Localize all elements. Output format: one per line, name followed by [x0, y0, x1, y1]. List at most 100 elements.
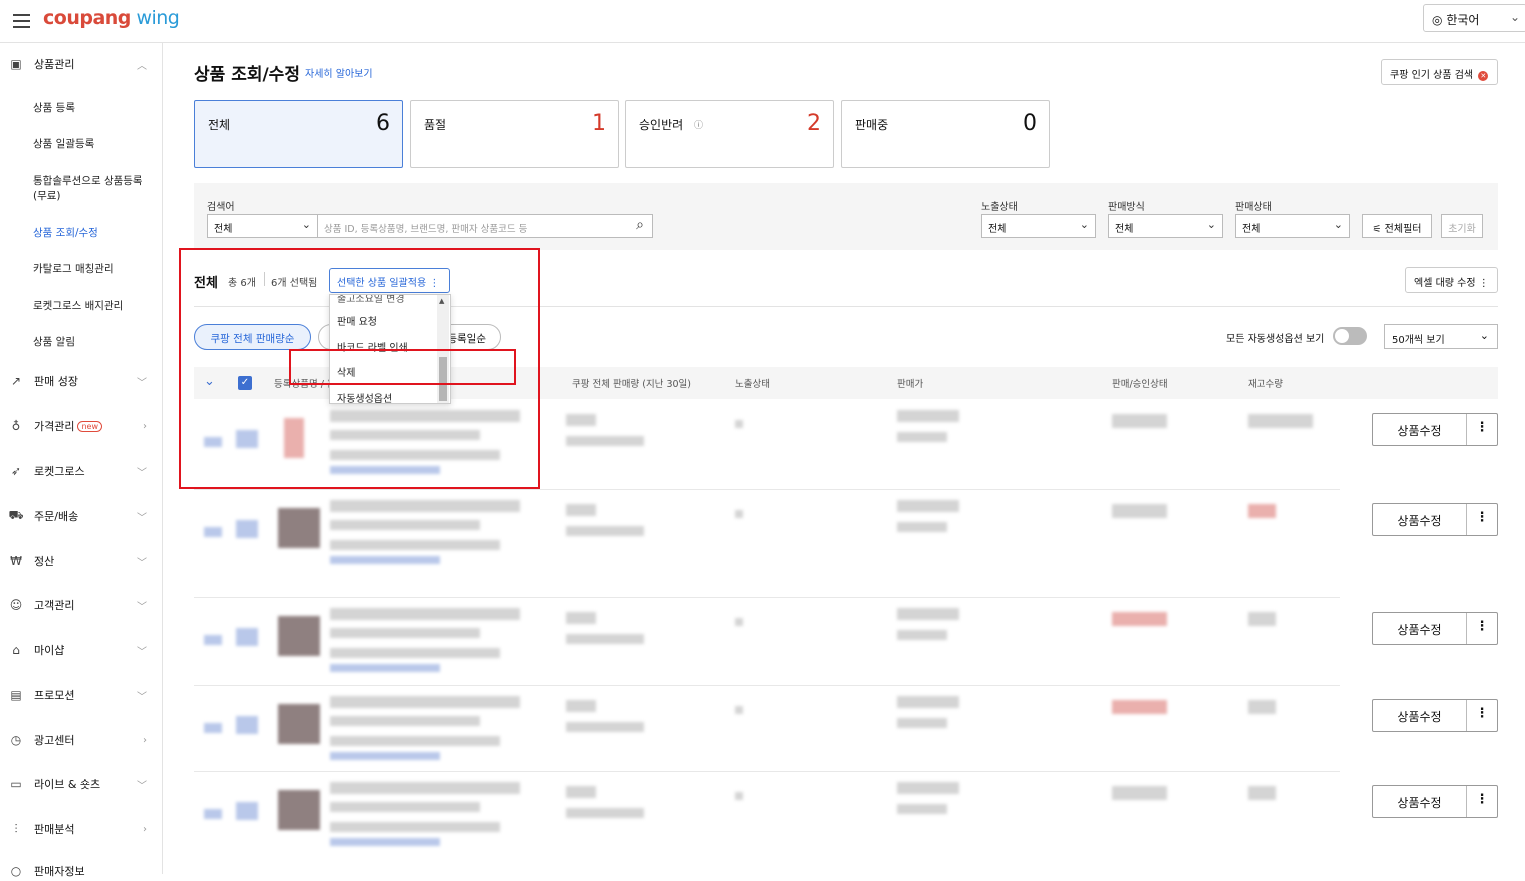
bulk-apply-button[interactable]: 선택한 상품 일괄적용 ⋮: [329, 268, 450, 293]
stat-card-rejected[interactable]: 승인반려 ⓘ 2: [625, 100, 834, 168]
auto-option-toggle[interactable]: [1333, 327, 1367, 345]
method-select[interactable]: 전체 ⌄: [1108, 214, 1223, 238]
menu-item-sale-request[interactable]: 판매 요청: [337, 313, 377, 328]
sidebar-item-customer[interactable]: ☺ 고객관리 ﹀: [8, 595, 153, 615]
status-select[interactable]: 전체 ⌄: [1235, 214, 1350, 238]
ticket-icon: ▤: [10, 688, 22, 702]
all-filter-button[interactable]: ⚟ 전체필터: [1362, 214, 1432, 238]
excel-bulk-edit-button[interactable]: 엑셀 대량 수정 ⋮: [1405, 267, 1498, 293]
learn-more-link[interactable]: 자세히 알아보기: [305, 65, 373, 80]
list-heading: 전체: [194, 276, 218, 291]
select-all-checkbox[interactable]: ✓: [238, 376, 252, 390]
menu-scrollbar[interactable]: ▲: [437, 295, 449, 403]
sidebar-item-analytics[interactable]: ⫶ 판매분석 ›: [8, 819, 153, 839]
more-icon[interactable]: ⋮: [1466, 619, 1498, 634]
edit-product-button[interactable]: 상품수정 ⋮: [1372, 785, 1498, 818]
sales-detail-blurred: [566, 722, 644, 732]
exposure-blurred: [735, 618, 743, 626]
menu-item-auto-option[interactable]: 자동생성옵션: [337, 390, 392, 403]
search-input[interactable]: 상품 ID, 등록상품명, 브랜드명, 판매자 상품코드 등 ⌕: [317, 214, 653, 238]
stat-card-all[interactable]: 전체 6: [194, 100, 403, 168]
sidebar-item-label: 마이샵: [34, 644, 65, 657]
search-scope-select[interactable]: 전체 ⌄: [207, 214, 318, 238]
select-value: 전체: [214, 224, 233, 235]
menu-item-leadtime[interactable]: 출고소요일 변경: [337, 295, 405, 305]
sidebar-item-ads[interactable]: ◷ 광고센터 ›: [8, 730, 153, 750]
menu-item-delete[interactable]: 삭제: [337, 364, 355, 379]
price-detail-blurred: [897, 522, 947, 532]
status-blurred: [1112, 700, 1167, 714]
sidebar-sub-product-register[interactable]: 상품 등록: [33, 100, 75, 115]
sidebar-item-label: 정산: [34, 555, 55, 568]
sidebar-item-orders[interactable]: ⛟ 주문/배송 ﹀: [8, 506, 153, 526]
stat-card-onsale[interactable]: 판매중 0: [841, 100, 1050, 168]
edit-product-button[interactable]: 상품수정 ⋮: [1372, 699, 1498, 732]
chevron-down-icon[interactable]: ⌄: [204, 374, 215, 389]
sidebar-sub-rocket-badge[interactable]: 로켓그로스 배지관리: [33, 298, 123, 313]
bar-chart-icon: ⫶: [14, 821, 18, 836]
sidebar-sub-product-search[interactable]: 상품 조회/수정: [33, 225, 98, 240]
edit-product-button[interactable]: 상품수정 ⋮: [1372, 612, 1498, 645]
language-select[interactable]: ◎ 한국어 ⌄: [1423, 4, 1525, 32]
sidebar-item-sales-growth[interactable]: ↗ 판매 성장 ﹀: [8, 371, 153, 391]
edit-product-button[interactable]: 상품수정 ⋮: [1372, 503, 1498, 536]
select-value: 50개씩 보기: [1392, 335, 1445, 346]
more-icon[interactable]: ⋮: [1466, 510, 1498, 525]
exposure-blurred: [735, 510, 743, 518]
menu-item-barcode[interactable]: 바코드 라벨 인쇄: [337, 339, 408, 354]
more-icon[interactable]: ⋮: [1466, 792, 1498, 807]
sidebar-item-myshop[interactable]: ⌂ 마이샵 ﹀: [8, 640, 153, 660]
page-title: 상품 조회/수정: [194, 65, 300, 85]
search-icon[interactable]: ⌕: [636, 217, 644, 233]
scroll-thumb[interactable]: [439, 357, 447, 401]
stat-card-soldout[interactable]: 품절 1: [410, 100, 619, 168]
sidebar-item-settlement[interactable]: ₩ 정산 ﹀: [8, 551, 153, 571]
sidebar-item-label: 주문/배송: [34, 510, 79, 523]
sales-blurred: [566, 504, 596, 516]
sales-blurred: [566, 700, 596, 712]
sidebar-sub-product-alert[interactable]: 상품 알림: [33, 334, 75, 349]
sidebar-item-rocket-growth[interactable]: ➶ 로켓그로스 ﹀: [8, 461, 153, 481]
coupang-wing-logo[interactable]: coupang wing: [43, 7, 180, 29]
more-icon[interactable]: ⋮: [1466, 420, 1498, 435]
sidebar-item-seller-info[interactable]: ○ 판매자정보: [8, 861, 153, 881]
chevron-right-icon: ›: [143, 823, 147, 835]
user-icon: ○: [10, 864, 22, 878]
hot-product-search-button[interactable]: 쿠팡 인기 상품 검색 ✕: [1381, 59, 1498, 85]
sidebar-item-label: 광고센터: [34, 734, 75, 747]
scroll-up-icon[interactable]: ▲: [439, 297, 444, 305]
product-link-blurred: [330, 752, 440, 760]
product-option-blurred: [330, 802, 480, 812]
exposure-label: 노출상태: [981, 202, 1018, 213]
sidebar-item-price[interactable]: ♁ 가격관리 new ›: [8, 416, 153, 436]
more-icon[interactable]: ⋮: [1466, 706, 1498, 721]
sidebar-sub-catalog-matching[interactable]: 카탈로그 매칭관리: [33, 261, 114, 276]
reset-button[interactable]: 초기화: [1441, 214, 1483, 238]
sidebar-item-label: 판매자정보: [34, 865, 85, 878]
column-header-sales: 쿠팡 전체 판매량 (지난 30일): [572, 379, 691, 390]
product-link-blurred: [330, 838, 440, 846]
stat-label: 품절: [424, 118, 447, 132]
per-page-select[interactable]: 50개씩 보기 ⌄: [1384, 324, 1498, 349]
row-checkbox-blurred: [236, 520, 258, 538]
edit-product-button[interactable]: 상품수정 ⋮: [1372, 413, 1498, 446]
sidebar-item-live[interactable]: ▭ 라이브 & 숏츠 ﹀: [8, 774, 153, 794]
sort-sales-button[interactable]: 쿠팡 전체 판매량순: [194, 324, 311, 350]
clock-icon: ◷: [10, 733, 22, 747]
price-blurred: [897, 696, 959, 708]
stat-value: 0: [1023, 111, 1037, 136]
menu-icon[interactable]: [13, 14, 30, 28]
chevron-down-icon: ⌄: [1206, 218, 1216, 231]
sidebar-sub-integrated-free[interactable]: (무료): [33, 188, 61, 203]
sidebar-sub-integrated-register[interactable]: 통합솔루션으로 상품등록: [33, 173, 143, 188]
sidebar-item-product-management[interactable]: ▣ 상품관리 ︿: [8, 54, 153, 74]
sales-blurred: [566, 414, 596, 426]
hot-search-label: 쿠팡 인기 상품 검색: [1390, 70, 1474, 81]
stat-label: 승인반려: [639, 118, 684, 132]
row-divider: [194, 771, 1340, 772]
row-divider: [194, 489, 1340, 490]
exposure-select[interactable]: 전체 ⌄: [981, 214, 1096, 238]
stat-label: 판매중: [855, 118, 889, 132]
sidebar-item-promotion[interactable]: ▤ 프로모션 ﹀: [8, 685, 153, 705]
sidebar-sub-bulk-register[interactable]: 상품 일괄등록: [33, 136, 94, 151]
